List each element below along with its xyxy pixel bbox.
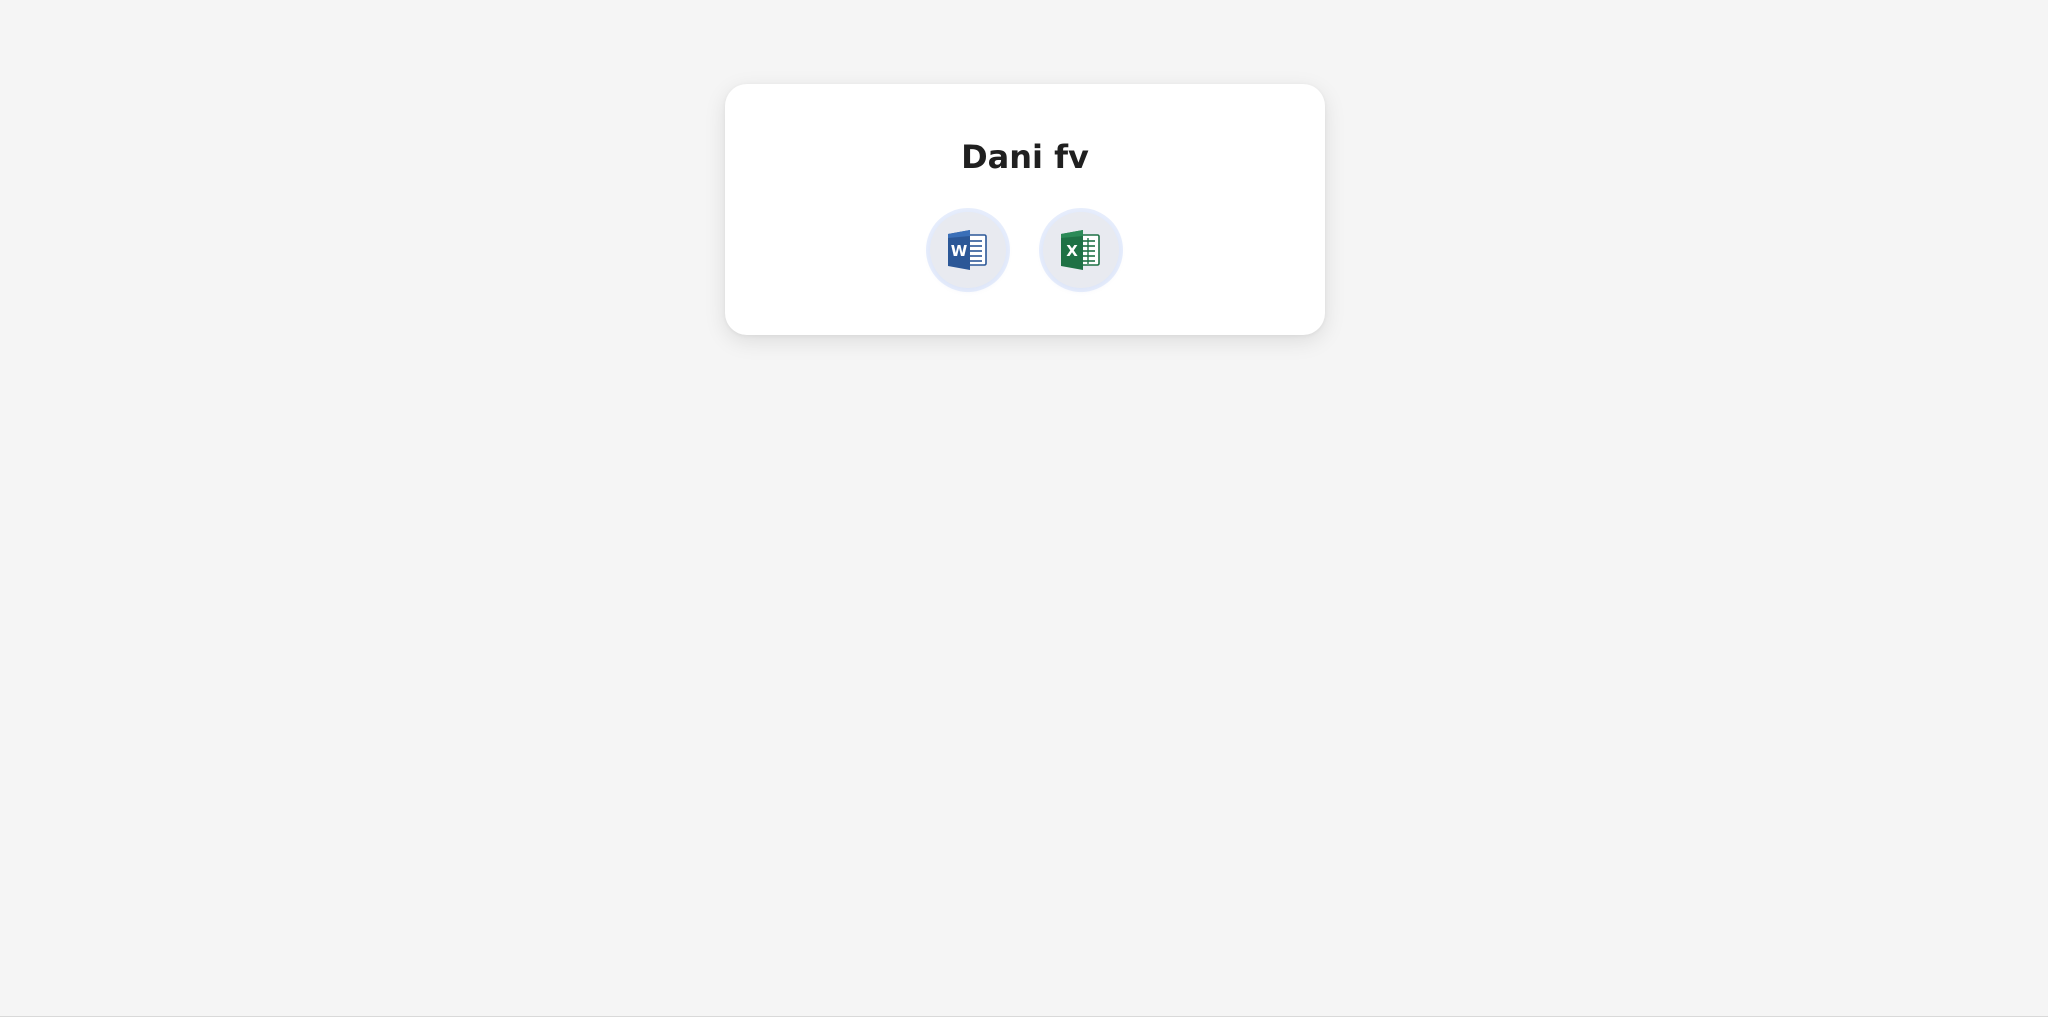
profile-card: Dani fv W X (725, 84, 1325, 335)
word-letter: W (951, 242, 968, 260)
excel-icon: X (1061, 230, 1100, 270)
app-icon-row: W X (725, 212, 1325, 292)
word-app-button[interactable]: W (930, 212, 1006, 288)
word-icon: W (948, 230, 987, 270)
excel-letter: X (1066, 242, 1078, 260)
card-title: Dani fv (961, 138, 1089, 176)
excel-app-button[interactable]: X (1043, 212, 1119, 288)
